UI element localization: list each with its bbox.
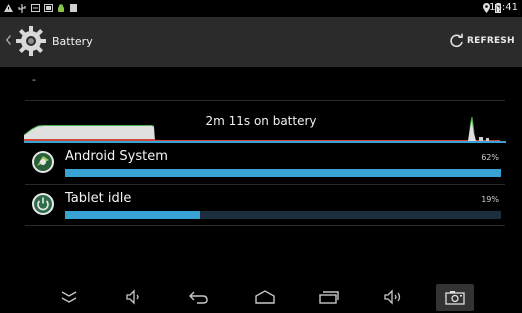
- refresh-icon: [450, 33, 463, 48]
- android-icon: [58, 4, 64, 12]
- status-bar: 16:41: [0, 0, 522, 17]
- app-row-tablet-idle[interactable]: Tablet idle 19%: [25, 189, 505, 229]
- app-name: Tablet idle: [65, 191, 132, 206]
- screenshot-icon: [44, 4, 53, 12]
- app-percent: 19%: [481, 195, 499, 204]
- up-caret-icon[interactable]: [6, 35, 11, 45]
- settings-gear-icon[interactable]: [15, 25, 47, 57]
- hide-bar-icon[interactable]: [60, 290, 78, 304]
- refresh-button[interactable]: REFRESH: [449, 27, 517, 57]
- divider: [25, 100, 505, 101]
- status-time: 16:41: [489, 2, 518, 13]
- notification-icon: [70, 4, 77, 12]
- app-name: Android System: [65, 149, 168, 164]
- usage-bar-fill: [65, 169, 501, 177]
- usage-bar-track: [65, 211, 501, 219]
- camera-icon: [445, 291, 465, 305]
- time-on-battery: 2m 11s on battery: [205, 114, 317, 128]
- usb-icon: [18, 4, 26, 13]
- volume-down-icon[interactable]: [126, 289, 142, 305]
- home-icon[interactable]: [255, 290, 275, 304]
- divider: [25, 184, 505, 185]
- recent-apps-icon[interactable]: [319, 290, 339, 304]
- battery-content: - 2m 11s on battery Android System 62% T…: [0, 67, 522, 282]
- divider: [25, 225, 505, 226]
- refresh-label: REFRESH: [467, 36, 515, 46]
- volume-up-icon[interactable]: [384, 289, 404, 305]
- warning-icon: [4, 4, 13, 12]
- action-bar: Battery REFRESH: [0, 17, 522, 67]
- power-icon: [32, 193, 54, 215]
- download-icon: [31, 4, 40, 12]
- app-percent: 62%: [481, 153, 499, 162]
- navigation-bar: [0, 282, 522, 313]
- back-icon[interactable]: [189, 290, 209, 304]
- screenshot-button[interactable]: [436, 284, 474, 311]
- android-system-icon: [32, 151, 54, 173]
- usage-bar-fill: [65, 211, 201, 219]
- usage-bar-track: [65, 169, 501, 177]
- app-row-android-system[interactable]: Android System 62%: [25, 147, 505, 187]
- page-title: Battery: [52, 35, 93, 48]
- battery-status-text: -: [32, 73, 36, 86]
